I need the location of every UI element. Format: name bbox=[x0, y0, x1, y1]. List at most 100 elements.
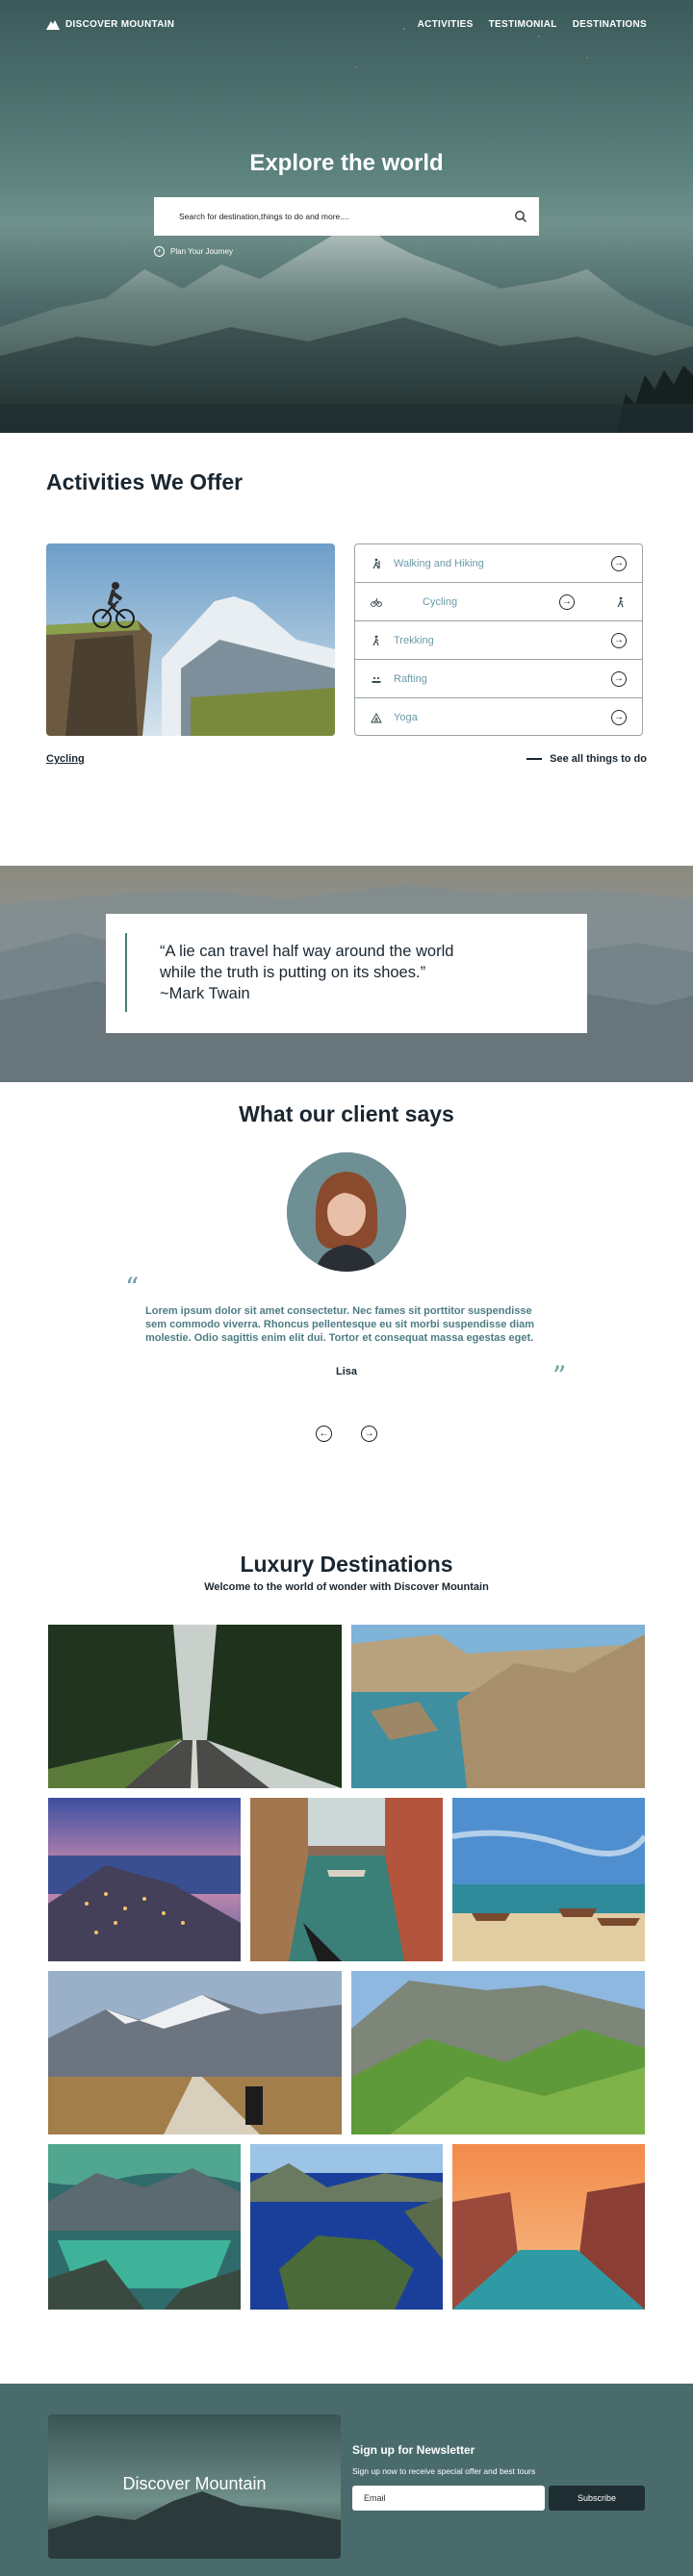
raft-icon bbox=[371, 673, 382, 685]
activity-label: Walking and Hiking bbox=[394, 557, 484, 569]
carousel-controls: ← → bbox=[0, 1426, 693, 1442]
forest-road-image bbox=[48, 1625, 342, 1788]
testimonial-body: Lorem ipsum dolor sit amet consectetur. … bbox=[145, 1305, 535, 1344]
destination-gallery bbox=[48, 1625, 645, 2310]
santorini-night-image bbox=[48, 1798, 241, 1961]
green-valley-image bbox=[351, 1971, 645, 2134]
newsletter-text: Sign up now to receive special offer and… bbox=[352, 2466, 536, 2476]
nav-links: ACTIVITIES TESTIMONIAL DESTINATIONS bbox=[418, 19, 647, 30]
trekker-icon bbox=[371, 635, 382, 646]
quote-author: ~Mark Twain bbox=[160, 985, 250, 1002]
quote-section: “A lie can travel half way around the wo… bbox=[0, 866, 693, 1082]
destination-tile-aurora-lake[interactable] bbox=[48, 2144, 241, 2310]
nav-link-activities[interactable]: ACTIVITIES bbox=[418, 19, 474, 30]
activity-label: Cycling bbox=[423, 595, 458, 608]
hiker-icon bbox=[371, 558, 382, 569]
arrow-right-icon[interactable]: → bbox=[559, 593, 575, 610]
avatar bbox=[287, 1152, 406, 1272]
hero-section: DISCOVER MOUNTAIN ACTIVITIES TESTIMONIAL… bbox=[0, 0, 693, 433]
newsletter-form-area: Sign up for Newsletter Sign up now to re… bbox=[352, 2443, 645, 2511]
sunset-canal-image bbox=[452, 2144, 645, 2310]
testimonial-section: What our client says “ Lorem ipsum dolor… bbox=[0, 1082, 693, 1505]
activity-item-trekking[interactable]: Trekking → bbox=[355, 621, 642, 660]
prev-button[interactable]: ← bbox=[316, 1426, 332, 1442]
plus-circle-icon: + bbox=[154, 246, 165, 257]
activity-label: Trekking bbox=[394, 634, 434, 646]
activity-item-cycling[interactable]: Cycling → bbox=[355, 583, 642, 621]
brand-name: DISCOVER MOUNTAIN bbox=[65, 18, 175, 30]
activities-section: Activities We Offer Walking and Hiking →… bbox=[0, 433, 693, 866]
close-quote-icon: ” bbox=[552, 1360, 567, 1392]
newsletter-heading: Sign up for Newsletter bbox=[352, 2443, 475, 2457]
see-all-label: See all things to do bbox=[550, 753, 647, 765]
activity-list: Walking and Hiking → Cycling → Trekking … bbox=[354, 543, 643, 736]
subscribe-button[interactable]: Subscribe bbox=[549, 2486, 645, 2511]
bicycle-icon bbox=[371, 596, 382, 608]
activity-image bbox=[46, 543, 335, 736]
arrow-right-icon: → bbox=[364, 1427, 374, 1439]
venice-canal-image bbox=[250, 1798, 443, 1961]
activity-item-rafting[interactable]: Rafting → bbox=[355, 660, 642, 698]
beach-boats-image bbox=[452, 1798, 645, 1961]
arrow-right-icon[interactable]: → bbox=[611, 710, 627, 725]
blue-bay-image bbox=[250, 2144, 443, 2310]
testimonial-name: Lisa bbox=[335, 1366, 357, 1377]
search-input[interactable] bbox=[179, 212, 514, 221]
destinations-heading: Luxury Destinations bbox=[240, 1552, 453, 1577]
newsletter-card-title: Discover Mountain bbox=[122, 2474, 267, 2493]
client-portrait-image bbox=[287, 1152, 406, 1272]
quote-card: “A lie can travel half way around the wo… bbox=[106, 914, 587, 1033]
next-button[interactable]: → bbox=[361, 1426, 377, 1442]
tent-icon bbox=[371, 712, 382, 723]
nav-link-testimonial[interactable]: TESTIMONIAL bbox=[489, 19, 557, 30]
email-field[interactable] bbox=[352, 2486, 545, 2511]
destination-tile-sunset-canal[interactable] bbox=[452, 2144, 645, 2310]
destination-tile-santorini[interactable] bbox=[48, 1798, 241, 1961]
newsletter-section: Discover Mountain Sign up for Newsletter… bbox=[0, 2384, 693, 2576]
top-nav: DISCOVER MOUNTAIN ACTIVITIES TESTIMONIAL… bbox=[0, 0, 693, 48]
brand-logo[interactable]: DISCOVER MOUNTAIN bbox=[46, 18, 174, 30]
destination-tile-coastal-cliffs[interactable] bbox=[351, 1625, 645, 1788]
quote-bar bbox=[125, 933, 127, 1012]
destination-tile-beach-boats[interactable] bbox=[452, 1798, 645, 1961]
current-activity-link[interactable]: Cycling bbox=[46, 753, 85, 765]
destination-tile-blue-bay[interactable] bbox=[250, 2144, 443, 2310]
destination-tile-forest-road[interactable] bbox=[48, 1625, 342, 1788]
nav-link-destinations[interactable]: DESTINATIONS bbox=[573, 19, 647, 30]
search-icon[interactable] bbox=[514, 210, 527, 223]
mountain-logo-icon bbox=[46, 20, 60, 30]
see-all-link[interactable]: See all things to do bbox=[526, 753, 647, 765]
arrow-right-icon[interactable]: → bbox=[611, 555, 627, 571]
arrow-right-icon[interactable]: → bbox=[611, 670, 627, 687]
plan-journey-link[interactable]: + Plan Your Journey bbox=[154, 246, 233, 257]
destination-tile-mountain-road[interactable] bbox=[48, 1971, 342, 2134]
destination-tile-venice-canal[interactable] bbox=[250, 1798, 443, 1961]
activities-heading: Activities We Offer bbox=[46, 469, 244, 494]
search-bar bbox=[154, 197, 539, 236]
activity-label: Rafting bbox=[394, 672, 427, 685]
cyclist-cliff-image bbox=[46, 543, 335, 736]
activity-footer: Cycling See all things to do bbox=[46, 753, 647, 765]
hero-title: Explore the world bbox=[249, 150, 444, 176]
aurora-lake-image bbox=[48, 2144, 241, 2310]
mountain-road-cyclist-image bbox=[48, 1971, 342, 2134]
trekker-icon bbox=[615, 596, 627, 608]
newsletter-form: Subscribe bbox=[352, 2486, 645, 2511]
open-quote-icon: “ bbox=[125, 1272, 140, 1303]
destination-tile-green-valley[interactable] bbox=[351, 1971, 645, 2134]
destinations-section: Luxury Destinations Welcome to the world… bbox=[0, 1505, 693, 2384]
dash-icon bbox=[526, 758, 543, 760]
destinations-subtitle: Welcome to the world of wonder with Disc… bbox=[204, 1581, 489, 1593]
plan-journey-label: Plan Your Journey bbox=[170, 247, 233, 256]
activity-label: Yoga bbox=[394, 712, 418, 723]
newsletter-card: Discover Mountain bbox=[48, 2414, 341, 2559]
arrow-left-icon: ← bbox=[319, 1427, 329, 1439]
testimonial-heading: What our client says bbox=[239, 1101, 454, 1126]
quote-line-2: while the truth is putting on its shoes.… bbox=[160, 964, 426, 981]
quote-line-1: “A lie can travel half way around the wo… bbox=[160, 943, 454, 960]
arrow-right-icon[interactable]: → bbox=[611, 632, 627, 648]
activity-item-yoga[interactable]: Yoga → bbox=[355, 698, 642, 735]
activity-item-walking[interactable]: Walking and Hiking → bbox=[355, 544, 642, 583]
coastal-cliffs-image bbox=[351, 1625, 645, 1788]
hero-mountains-image bbox=[0, 221, 693, 433]
